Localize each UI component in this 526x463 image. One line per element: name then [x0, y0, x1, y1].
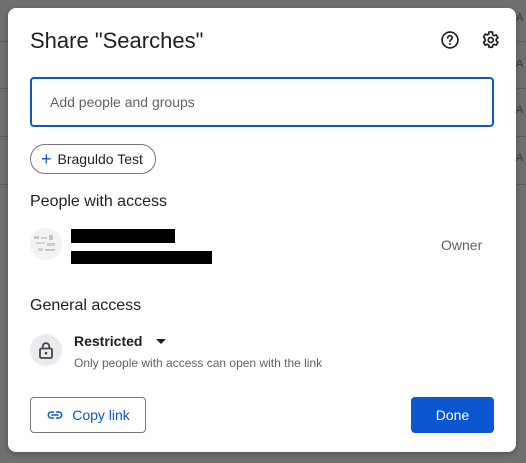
background-cell-text: A — [516, 58, 524, 70]
share-dialog: Share "Searches" + Braguldo Test People … — [8, 8, 516, 452]
suggestion-chip-braguldo-test[interactable]: + Braguldo Test — [30, 144, 156, 174]
access-level-description: Only people with access can open with th… — [74, 356, 323, 370]
copy-link-label: Copy link — [72, 407, 130, 423]
help-circle-icon — [441, 31, 459, 49]
background-cell-text: A — [516, 12, 524, 24]
dialog-title: Share "Searches" — [30, 28, 204, 53]
redacted-person-name — [71, 229, 175, 243]
lock-icon — [39, 342, 53, 359]
avatar-image — [34, 235, 55, 251]
suggestion-chip-label: Braguldo Test — [57, 151, 143, 167]
settings-button[interactable] — [478, 28, 502, 52]
avatar — [30, 228, 62, 260]
help-button[interactable] — [438, 28, 462, 52]
plus-icon: + — [41, 149, 52, 169]
background-cell-text: A — [516, 104, 524, 116]
link-icon — [46, 406, 64, 424]
access-level-label: Restricted — [74, 333, 143, 349]
access-level-icon-badge — [30, 334, 62, 366]
caret-down-icon — [156, 338, 167, 344]
done-button[interactable]: Done — [411, 397, 494, 433]
people-with-access-heading: People with access — [30, 193, 167, 210]
person-role-label: Owner — [441, 237, 483, 253]
gear-icon — [482, 31, 499, 49]
general-access-heading: General access — [30, 297, 142, 314]
copy-link-button[interactable]: Copy link — [30, 397, 146, 433]
add-people-input[interactable] — [30, 77, 494, 127]
redacted-person-email — [71, 251, 212, 264]
background-cell-text: A — [516, 152, 524, 164]
access-level-dropdown[interactable]: Restricted — [74, 333, 167, 349]
